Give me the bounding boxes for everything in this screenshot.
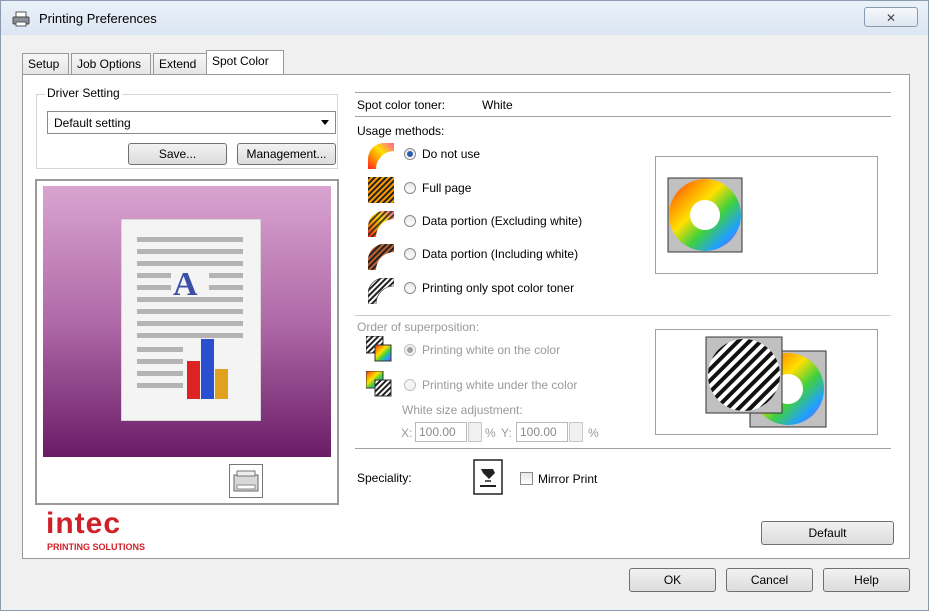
order-superposition-label: Order of superposition: xyxy=(357,320,480,334)
tab-setup[interactable]: Setup xyxy=(22,53,69,74)
x-size-input[interactable]: 100.00 xyxy=(415,422,467,442)
spot-color-toner-label: Spot color toner: xyxy=(357,98,446,112)
spot-color-toner-value: White xyxy=(482,98,513,112)
radio-white-on-color[interactable] xyxy=(404,344,416,356)
document-preview-icon: A xyxy=(121,219,261,421)
save-button[interactable]: Save... xyxy=(128,143,227,165)
ok-button[interactable]: OK xyxy=(629,568,716,592)
mirror-print-icon xyxy=(473,459,503,495)
speciality-label: Speciality: xyxy=(357,471,412,485)
brand-logo: intec xyxy=(46,507,122,540)
driver-setting-select[interactable]: Default setting xyxy=(47,111,336,134)
usage-option-label: Printing only spot color toner xyxy=(422,281,575,295)
help-button[interactable]: Help xyxy=(823,568,910,592)
data-including-white-icon xyxy=(368,244,394,270)
x-percent: % xyxy=(485,426,496,440)
tab-spot-color[interactable]: Spot Color xyxy=(206,50,284,74)
radio-data-excluding-white[interactable] xyxy=(404,215,416,227)
y-size-input[interactable]: 100.00 xyxy=(516,422,568,442)
order-preview xyxy=(655,329,878,435)
close-button[interactable]: ✕ xyxy=(864,7,918,27)
tab-extend[interactable]: Extend xyxy=(153,53,207,74)
data-excluding-white-icon xyxy=(368,211,394,237)
chevron-down-icon xyxy=(321,120,329,125)
x-label: X: xyxy=(401,426,413,440)
y-percent: % xyxy=(588,426,599,440)
close-icon: ✕ xyxy=(885,11,897,25)
management-button[interactable]: Management... xyxy=(237,143,336,165)
usage-option-label: Do not use xyxy=(422,147,481,161)
mirror-print-label: Mirror Print xyxy=(538,472,598,486)
full-page-icon xyxy=(368,177,394,203)
tab-job-options[interactable]: Job Options xyxy=(71,53,151,74)
printer-thumbnail[interactable] xyxy=(229,464,263,498)
rainbow-arc-icon xyxy=(368,143,394,169)
radio-do-not-use[interactable] xyxy=(404,148,416,160)
driver-setting-value: Default setting xyxy=(54,116,131,130)
divider xyxy=(355,92,891,93)
white-on-color-icon xyxy=(366,336,392,362)
spot-toner-only-icon xyxy=(368,278,394,304)
radio-spot-toner-only[interactable] xyxy=(404,282,416,294)
divider xyxy=(355,315,891,316)
default-button[interactable]: Default xyxy=(761,521,894,545)
order-option-label: Printing white under the color xyxy=(422,378,578,392)
radio-full-page[interactable] xyxy=(404,182,416,194)
title-bar[interactable]: Printing Preferences ✕ xyxy=(1,1,928,35)
usage-methods-label: Usage methods: xyxy=(357,124,445,138)
cancel-button[interactable]: Cancel xyxy=(726,568,813,592)
order-option-label: Printing white on the color xyxy=(422,343,561,357)
y-label: Y: xyxy=(501,426,512,440)
divider xyxy=(355,116,891,117)
x-size-stepper[interactable] xyxy=(468,422,482,442)
mirror-print-checkbox[interactable] xyxy=(520,472,533,485)
y-size-stepper[interactable] xyxy=(569,422,583,442)
usage-option-label: Full page xyxy=(422,181,472,195)
preview-pane: A xyxy=(35,179,339,505)
usage-option-label: Data portion (Including white) xyxy=(422,247,579,261)
divider xyxy=(355,448,891,449)
overlay-preview-icon xyxy=(705,336,827,428)
svg-text:A: A xyxy=(173,266,198,303)
printing-preferences-window: Printing Preferences ✕ Setup Job Options… xyxy=(0,0,929,611)
radio-data-including-white[interactable] xyxy=(404,248,416,260)
window-title: Printing Preferences xyxy=(39,11,157,26)
color-ring-icon xyxy=(667,177,743,253)
driver-setting-label: Driver Setting xyxy=(45,86,122,100)
printer-icon xyxy=(233,470,259,492)
radio-white-under-color[interactable] xyxy=(404,379,416,391)
usage-option-label: Data portion (Excluding white) xyxy=(422,214,583,228)
brand-tagline: PRINTING SOLUTIONS xyxy=(47,542,146,552)
usage-preview xyxy=(655,156,878,274)
printer-icon xyxy=(12,11,30,27)
white-size-adjustment-label: White size adjustment: xyxy=(402,403,523,417)
white-under-color-icon xyxy=(366,371,392,397)
